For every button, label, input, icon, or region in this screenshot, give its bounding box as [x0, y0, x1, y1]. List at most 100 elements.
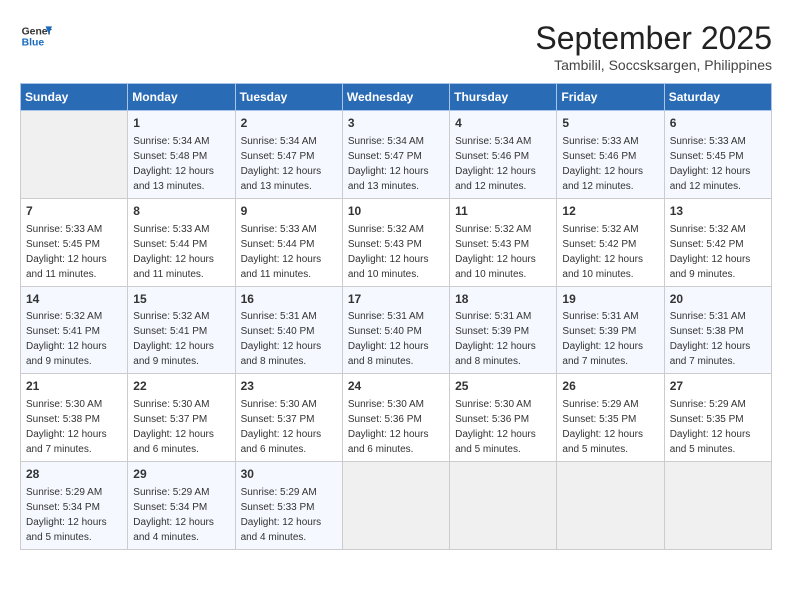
logo: General Blue — [20, 20, 52, 52]
calendar-cell: 14Sunrise: 5:32 AM Sunset: 5:41 PM Dayli… — [21, 286, 128, 374]
day-number: 6 — [670, 115, 766, 132]
calendar-cell: 21 Sunrise: 5:30 AM Sunset: 5:38 PM Dayli… — [21, 374, 128, 462]
day-info: Sunrise: 5:32 AM Sunset: 5:43 PM Dayligh… — [455, 222, 551, 282]
day-number: 17 — [348, 291, 444, 308]
day-number: 26 — [562, 378, 658, 395]
calendar-cell: 5Sunrise: 5:33 AM Sunset: 5:46 PM Daylig… — [557, 111, 664, 199]
day-number: 8 — [133, 203, 229, 220]
calendar-week-row: 1 Sunrise: 5:34 AM Sunset: 5:48 PM Daylig… — [21, 111, 772, 199]
month-title: September 2025 — [535, 20, 772, 57]
calendar-cell: 23 Sunrise: 5:30 AM Sunset: 5:37 PM Dayli… — [235, 374, 342, 462]
calendar-cell: 11 Sunrise: 5:32 AM Sunset: 5:43 PM Dayli… — [450, 198, 557, 286]
day-number: 27 — [670, 378, 766, 395]
calendar-cell: 25 Sunrise: 5:30 AM Sunset: 5:36 PM Dayli… — [450, 374, 557, 462]
calendar-cell: 3 Sunrise: 5:34 AM Sunset: 5:47 PM Daylig… — [342, 111, 449, 199]
day-number: 21 — [26, 378, 122, 395]
day-info: Sunrise: 5:29 AM Sunset: 5:35 PM Dayligh… — [670, 397, 766, 457]
day-info: Sunrise: 5:34 AM Sunset: 5:47 PM Dayligh… — [241, 134, 337, 194]
calendar-week-row: 28 Sunrise: 5:29 AM Sunset: 5:34 PM Dayli… — [21, 462, 772, 550]
day-info: Sunrise: 5:32 AM Sunset: 5:42 PM Dayligh… — [670, 222, 766, 282]
day-info: Sunrise: 5:33 AM Sunset: 5:44 PM Dayligh… — [133, 222, 229, 282]
day-number: 7 — [26, 203, 122, 220]
day-number: 12 — [562, 203, 658, 220]
calendar-week-row: 21 Sunrise: 5:30 AM Sunset: 5:38 PM Dayli… — [21, 374, 772, 462]
calendar-cell — [557, 462, 664, 550]
day-info: Sunrise: 5:31 AM Sunset: 5:40 PM Dayligh… — [348, 309, 444, 369]
day-info: Sunrise: 5:33 AM Sunset: 5:45 PM Dayligh… — [670, 134, 766, 194]
calendar-cell: 16Sunrise: 5:31 AM Sunset: 5:40 PM Dayli… — [235, 286, 342, 374]
day-info: Sunrise: 5:33 AM Sunset: 5:44 PM Dayligh… — [241, 222, 337, 282]
day-number: 3 — [348, 115, 444, 132]
day-number: 29 — [133, 466, 229, 483]
day-info: Sunrise: 5:29 AM Sunset: 5:34 PM Dayligh… — [26, 485, 122, 545]
calendar-cell: 13Sunrise: 5:32 AM Sunset: 5:42 PM Dayli… — [664, 198, 771, 286]
calendar-cell: 10 Sunrise: 5:32 AM Sunset: 5:43 PM Dayli… — [342, 198, 449, 286]
calendar-cell: 24 Sunrise: 5:30 AM Sunset: 5:36 PM Dayli… — [342, 374, 449, 462]
calendar-cell: 4Sunrise: 5:34 AM Sunset: 5:46 PM Daylig… — [450, 111, 557, 199]
day-number: 14 — [26, 291, 122, 308]
day-number: 25 — [455, 378, 551, 395]
day-info: Sunrise: 5:29 AM Sunset: 5:33 PM Dayligh… — [241, 485, 337, 545]
calendar-cell: 15Sunrise: 5:32 AM Sunset: 5:41 PM Dayli… — [128, 286, 235, 374]
day-info: Sunrise: 5:32 AM Sunset: 5:41 PM Dayligh… — [133, 309, 229, 369]
day-info: Sunrise: 5:30 AM Sunset: 5:38 PM Dayligh… — [26, 397, 122, 457]
calendar-cell: 2Sunrise: 5:34 AM Sunset: 5:47 PM Daylig… — [235, 111, 342, 199]
day-info: Sunrise: 5:29 AM Sunset: 5:35 PM Dayligh… — [562, 397, 658, 457]
calendar-table: SundayMondayTuesdayWednesdayThursdayFrid… — [20, 83, 772, 550]
calendar-cell: 7 Sunrise: 5:33 AM Sunset: 5:45 PM Daylig… — [21, 198, 128, 286]
day-info: Sunrise: 5:34 AM Sunset: 5:47 PM Dayligh… — [348, 134, 444, 194]
day-info: Sunrise: 5:31 AM Sunset: 5:39 PM Dayligh… — [455, 309, 551, 369]
calendar-week-row: 14Sunrise: 5:32 AM Sunset: 5:41 PM Dayli… — [21, 286, 772, 374]
day-number: 23 — [241, 378, 337, 395]
calendar-cell: 28 Sunrise: 5:29 AM Sunset: 5:34 PM Dayli… — [21, 462, 128, 550]
day-number: 10 — [348, 203, 444, 220]
day-info: Sunrise: 5:31 AM Sunset: 5:40 PM Dayligh… — [241, 309, 337, 369]
day-info: Sunrise: 5:33 AM Sunset: 5:45 PM Dayligh… — [26, 222, 122, 282]
day-info: Sunrise: 5:32 AM Sunset: 5:42 PM Dayligh… — [562, 222, 658, 282]
day-number: 28 — [26, 466, 122, 483]
weekday-header-cell: Tuesday — [235, 84, 342, 111]
weekday-header-cell: Wednesday — [342, 84, 449, 111]
calendar-body: 1 Sunrise: 5:34 AM Sunset: 5:48 PM Daylig… — [21, 111, 772, 550]
svg-text:Blue: Blue — [22, 38, 45, 49]
day-info: Sunrise: 5:32 AM Sunset: 5:43 PM Dayligh… — [348, 222, 444, 282]
day-number: 11 — [455, 203, 551, 220]
weekday-header-row: SundayMondayTuesdayWednesdayThursdayFrid… — [21, 84, 772, 111]
day-number: 16 — [241, 291, 337, 308]
calendar-cell: 19Sunrise: 5:31 AM Sunset: 5:39 PM Dayli… — [557, 286, 664, 374]
calendar-cell: 1 Sunrise: 5:34 AM Sunset: 5:48 PM Daylig… — [128, 111, 235, 199]
day-number: 9 — [241, 203, 337, 220]
day-info: Sunrise: 5:30 AM Sunset: 5:36 PM Dayligh… — [348, 397, 444, 457]
calendar-cell: 6 Sunrise: 5:33 AM Sunset: 5:45 PM Daylig… — [664, 111, 771, 199]
weekday-header-cell: Saturday — [664, 84, 771, 111]
location: Tambilil, Soccsksargen, Philippines — [535, 57, 772, 73]
day-number: 20 — [670, 291, 766, 308]
day-info: Sunrise: 5:34 AM Sunset: 5:48 PM Dayligh… — [133, 134, 229, 194]
calendar-cell: 20Sunrise: 5:31 AM Sunset: 5:38 PM Dayli… — [664, 286, 771, 374]
day-info: Sunrise: 5:30 AM Sunset: 5:37 PM Dayligh… — [241, 397, 337, 457]
calendar-cell: 17Sunrise: 5:31 AM Sunset: 5:40 PM Dayli… — [342, 286, 449, 374]
calendar-cell: 30 Sunrise: 5:29 AM Sunset: 5:33 PM Dayli… — [235, 462, 342, 550]
calendar-week-row: 7 Sunrise: 5:33 AM Sunset: 5:45 PM Daylig… — [21, 198, 772, 286]
day-number: 1 — [133, 115, 229, 132]
day-info: Sunrise: 5:31 AM Sunset: 5:39 PM Dayligh… — [562, 309, 658, 369]
day-number: 15 — [133, 291, 229, 308]
day-number: 5 — [562, 115, 658, 132]
day-number: 30 — [241, 466, 337, 483]
day-number: 22 — [133, 378, 229, 395]
day-info: Sunrise: 5:32 AM Sunset: 5:41 PM Dayligh… — [26, 309, 122, 369]
calendar-cell — [342, 462, 449, 550]
day-number: 4 — [455, 115, 551, 132]
weekday-header-cell: Friday — [557, 84, 664, 111]
calendar-cell: 8 Sunrise: 5:33 AM Sunset: 5:44 PM Daylig… — [128, 198, 235, 286]
day-info: Sunrise: 5:30 AM Sunset: 5:37 PM Dayligh… — [133, 397, 229, 457]
day-info: Sunrise: 5:30 AM Sunset: 5:36 PM Dayligh… — [455, 397, 551, 457]
calendar-cell: 9 Sunrise: 5:33 AM Sunset: 5:44 PM Daylig… — [235, 198, 342, 286]
weekday-header-cell: Sunday — [21, 84, 128, 111]
day-number: 18 — [455, 291, 551, 308]
calendar-cell — [21, 111, 128, 199]
page-header: General Blue September 2025 Tambilil, So… — [20, 20, 772, 73]
logo-icon: General Blue — [20, 20, 52, 52]
day-number: 24 — [348, 378, 444, 395]
day-number: 19 — [562, 291, 658, 308]
